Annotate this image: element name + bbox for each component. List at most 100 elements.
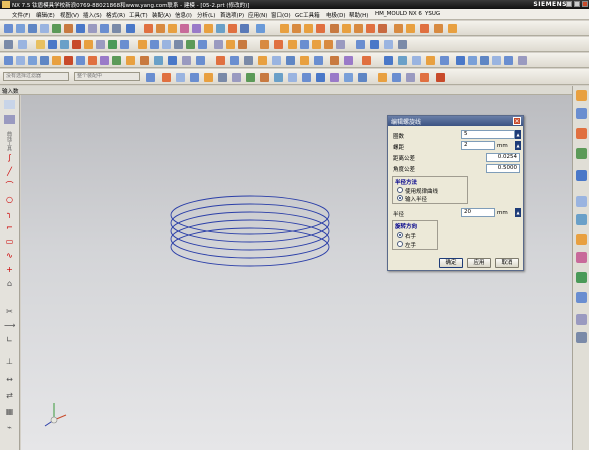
snap-existing-point-icon[interactable] bbox=[330, 73, 339, 82]
rb-hd3d-tools-icon[interactable] bbox=[576, 170, 587, 181]
rb-assembly-navigator-icon[interactable] bbox=[576, 90, 587, 101]
cylinder-icon[interactable] bbox=[292, 24, 301, 33]
snap-midpoint-icon[interactable] bbox=[260, 73, 269, 82]
sphere-icon[interactable] bbox=[316, 24, 325, 33]
cone-blue-icon[interactable] bbox=[480, 56, 489, 65]
layer-settings-icon[interactable] bbox=[260, 40, 269, 49]
snap-arc-center-icon[interactable] bbox=[302, 73, 311, 82]
scale-body-icon[interactable] bbox=[216, 24, 225, 33]
perspective-icon[interactable] bbox=[186, 40, 195, 49]
helix-icon[interactable] bbox=[88, 56, 97, 65]
circle-tool-icon[interactable]: ○ bbox=[4, 195, 15, 204]
rb-history-icon[interactable] bbox=[576, 214, 587, 225]
menu-hm-mould[interactable]: HM_MOULD NX 6 bbox=[375, 11, 422, 17]
rotate-icon[interactable] bbox=[174, 40, 183, 49]
menu-preferences[interactable]: 首选项(P) bbox=[220, 11, 244, 19]
snap-pole-icon[interactable] bbox=[392, 73, 401, 82]
menu-format[interactable]: 格式(R) bbox=[106, 11, 125, 19]
rectangle-tool-icon[interactable]: ▭ bbox=[4, 237, 15, 246]
ellipse-icon[interactable] bbox=[64, 56, 73, 65]
arc-tool-icon[interactable]: ⌒ bbox=[4, 181, 15, 190]
angle-tolerance-field[interactable]: 0.5000 bbox=[486, 164, 520, 173]
rectangle-icon[interactable] bbox=[40, 56, 49, 65]
block-blue-icon[interactable] bbox=[456, 56, 465, 65]
point-tool-icon[interactable]: + bbox=[4, 265, 15, 274]
wcs-icon[interactable] bbox=[300, 40, 309, 49]
datum-csys-icon[interactable] bbox=[412, 56, 421, 65]
turns-field[interactable]: 5 bbox=[461, 130, 515, 139]
menu-info[interactable]: 信息(I) bbox=[175, 11, 192, 19]
right-hand-radio[interactable] bbox=[397, 232, 403, 238]
resize-blend-icon[interactable] bbox=[434, 24, 443, 33]
select-body-icon[interactable] bbox=[190, 73, 199, 82]
trim-body-icon[interactable] bbox=[168, 24, 177, 33]
rb-web-browser-icon[interactable] bbox=[576, 196, 587, 207]
shaded-icon[interactable] bbox=[198, 40, 207, 49]
menu-assembly[interactable]: 装配(A) bbox=[152, 11, 171, 19]
menu-application[interactable]: 应用(N) bbox=[248, 11, 267, 19]
split-body-icon[interactable] bbox=[180, 24, 189, 33]
corner-tool-icon[interactable]: ∟ bbox=[4, 335, 15, 344]
project-curve-icon[interactable] bbox=[154, 56, 163, 65]
snap-intersection-icon[interactable] bbox=[288, 73, 297, 82]
offset-region-icon[interactable] bbox=[406, 24, 415, 33]
smooth-spline-icon[interactable] bbox=[272, 56, 281, 65]
menu-help[interactable]: 帮助(H) bbox=[349, 11, 368, 19]
isoparametric-icon[interactable] bbox=[300, 56, 309, 65]
section-icon[interactable] bbox=[238, 40, 247, 49]
render-icon[interactable] bbox=[356, 40, 365, 49]
pitch-field[interactable]: 2 bbox=[461, 141, 495, 150]
menu-ysug[interactable]: YSUG bbox=[425, 11, 440, 17]
select-curve-icon[interactable] bbox=[218, 73, 227, 82]
copy-icon[interactable] bbox=[96, 40, 105, 49]
menu-tools[interactable]: 工具(T) bbox=[129, 11, 148, 19]
zoom-icon[interactable] bbox=[150, 40, 159, 49]
datum-axis-icon[interactable] bbox=[398, 56, 407, 65]
law-curve-icon[interactable] bbox=[112, 56, 121, 65]
save-icon[interactable] bbox=[48, 40, 57, 49]
draft-icon[interactable] bbox=[100, 24, 109, 33]
revolve-icon[interactable] bbox=[28, 24, 37, 33]
slot-icon[interactable] bbox=[354, 24, 363, 33]
menu-view[interactable]: 视图(V) bbox=[60, 11, 79, 19]
pattern-icon[interactable] bbox=[112, 24, 121, 33]
close-button[interactable] bbox=[582, 1, 588, 7]
bridge-curve-icon[interactable] bbox=[140, 56, 149, 65]
mirror-tool-icon[interactable]: ⇄ bbox=[4, 391, 15, 400]
sphere-blue-icon[interactable] bbox=[492, 56, 501, 65]
cut-icon[interactable] bbox=[84, 40, 93, 49]
chamfer-icon[interactable] bbox=[76, 24, 85, 33]
blend-icon[interactable] bbox=[64, 24, 73, 33]
dialog-close-button[interactable]: ✕ bbox=[513, 117, 521, 125]
rb-system-scenes-icon[interactable] bbox=[576, 314, 587, 325]
snap-control-icon[interactable] bbox=[274, 73, 283, 82]
fillet-tool-icon[interactable]: ╮ bbox=[4, 209, 15, 218]
mirror-curve-icon[interactable] bbox=[362, 56, 371, 65]
edit-curve-icon[interactable] bbox=[258, 56, 267, 65]
line-icon[interactable] bbox=[16, 56, 25, 65]
extend-tool-icon[interactable]: ⟶ bbox=[4, 321, 15, 330]
ok-button[interactable]: 确定 bbox=[439, 258, 463, 268]
rb-reuse-library-icon[interactable] bbox=[576, 148, 587, 159]
intersect-curve-icon[interactable] bbox=[168, 56, 177, 65]
constraint-tool-icon[interactable]: ⊥ bbox=[4, 357, 15, 366]
arc-icon[interactable] bbox=[28, 56, 37, 65]
move-face-icon[interactable] bbox=[256, 24, 265, 33]
sketch-curve-icon[interactable]: ∫ bbox=[4, 153, 15, 162]
radius-input-radio[interactable] bbox=[397, 195, 403, 201]
snap-tangent-icon[interactable] bbox=[406, 73, 415, 82]
rb-roles-icon[interactable] bbox=[576, 292, 587, 303]
replace-face-icon[interactable] bbox=[240, 24, 249, 33]
select-face-icon[interactable] bbox=[176, 73, 185, 82]
chamfer-tool-icon[interactable]: ⌐ bbox=[4, 223, 15, 232]
select-component-icon[interactable] bbox=[232, 73, 241, 82]
open-icon[interactable] bbox=[36, 40, 45, 49]
print-icon[interactable] bbox=[72, 40, 81, 49]
part-navigator-icon[interactable] bbox=[4, 100, 15, 109]
curve-length-icon[interactable] bbox=[244, 56, 253, 65]
rb-system-materials-icon[interactable] bbox=[576, 234, 587, 245]
offset-curve-icon[interactable] bbox=[126, 56, 135, 65]
fit-spline-icon[interactable] bbox=[286, 56, 295, 65]
type-filter-dropdown[interactable]: 没有选择过滤器 bbox=[3, 72, 69, 81]
join-curve-icon[interactable] bbox=[196, 56, 205, 65]
